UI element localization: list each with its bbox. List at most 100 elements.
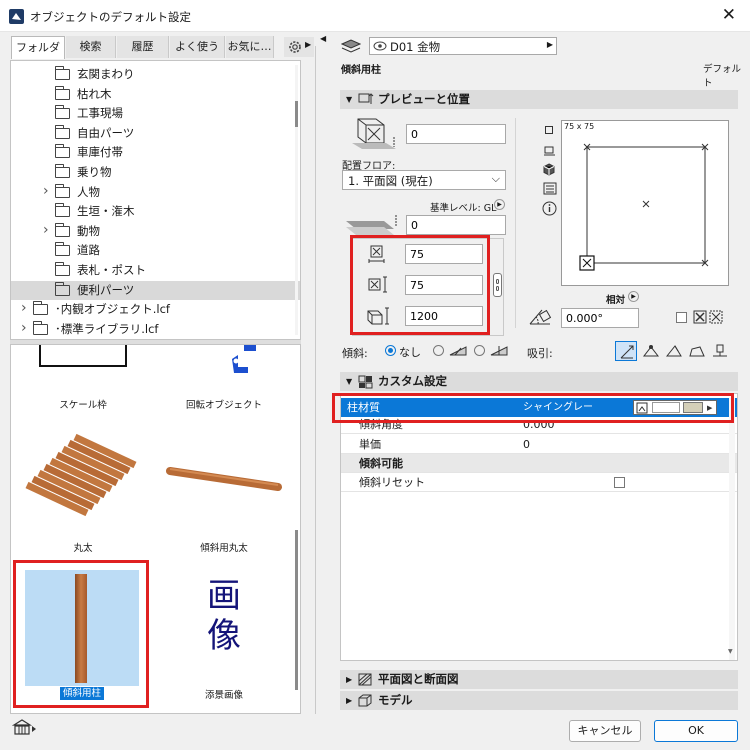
cancel-button[interactable]: キャンセル <box>569 720 641 742</box>
folder-icon <box>55 281 70 296</box>
folder-icon <box>55 66 70 80</box>
gallery-item-image[interactable]: 画 像 添景画像 <box>154 570 294 701</box>
logs-thumbnail <box>25 433 137 517</box>
close-button[interactable]: ✕ <box>722 4 736 26</box>
rotate-object-thumbnail <box>232 345 256 373</box>
preview-section-header[interactable]: ▼ プレビューと位置 <box>340 90 738 109</box>
tree-folder-item[interactable]: 玄関まわり <box>11 65 300 85</box>
tree-folder-item[interactable]: 工事現場 <box>11 104 300 124</box>
layer-select[interactable]: D01 金物 ▶ <box>369 37 557 55</box>
tree-folder-item[interactable]: 便利パーツ <box>11 280 300 301</box>
param-row-unit-price[interactable]: 単価 0 <box>341 435 737 454</box>
folder-icon <box>55 124 70 139</box>
gallery-item-tilted-log[interactable]: 傾斜用丸太 <box>154 431 294 561</box>
settings-menu-button[interactable]: ▶ <box>284 37 314 57</box>
custom-section-header[interactable]: ▼ カスタム設定 <box>340 372 738 391</box>
tree-folder-item[interactable]: 自由パーツ <box>11 124 300 144</box>
expand-chevron-icon[interactable]: › <box>43 182 49 201</box>
tree-item-label: 道路 <box>77 243 100 258</box>
chain-icon <box>496 279 499 284</box>
model-section-header[interactable]: ▶ モデル <box>340 691 738 710</box>
app-icon <box>9 9 24 24</box>
link-proportions-toggle[interactable] <box>493 273 502 297</box>
tab-folder[interactable]: フォルダ <box>11 36 65 59</box>
tilt-option-icon-2 <box>490 346 508 356</box>
library-manager-button[interactable] <box>11 718 40 740</box>
floor-select[interactable]: 1. 平面図 (現在) ⌵ <box>342 170 506 190</box>
snap-option-4-icon[interactable] <box>688 343 706 359</box>
tree-folder-item[interactable]: 車庫付帯 <box>11 143 300 163</box>
mirror-flip-icon[interactable] <box>709 310 723 324</box>
tab-frequent[interactable]: よく使う <box>170 36 225 58</box>
gallery-item-logs[interactable]: 丸太 <box>13 431 153 561</box>
custom-settings-icon <box>358 375 373 389</box>
dropdown-arrow-icon: ▶ <box>546 40 553 49</box>
param-row-tilt-reset[interactable]: 傾斜リセット <box>341 473 737 492</box>
chain-icon <box>496 286 499 291</box>
object-elevation-icon <box>352 118 396 149</box>
view-3d-icon[interactable] <box>543 163 556 176</box>
tree-item-label: 乗り物 <box>77 165 112 179</box>
tree-folder-item[interactable]: 表札・ポスト <box>11 261 300 281</box>
snap-option-3-icon[interactable] <box>665 343 683 359</box>
tilt-option-radio-1[interactable] <box>433 345 444 356</box>
snap-option-2-icon[interactable] <box>642 343 660 359</box>
gallery-scroll-thumb[interactable] <box>295 530 298 690</box>
tilt-option-radio-2[interactable] <box>474 345 485 356</box>
expand-chevron-icon[interactable]: › <box>21 299 27 318</box>
collapse-arrow-icon[interactable]: ◀ <box>320 34 326 43</box>
gallery-item-scale-frame[interactable]: スケール枠 <box>13 345 153 415</box>
tilt-none-radio[interactable] <box>385 345 396 356</box>
view-side-icon[interactable] <box>543 144 556 157</box>
tree-root-item[interactable]: › ･内観オブジェクト.lcf <box>11 300 300 320</box>
tree-folder-item[interactable]: › 人物 <box>11 183 300 203</box>
tilt-reset-checkbox[interactable] <box>614 477 625 488</box>
folder-tree[interactable]: 玄関まわり 枯れ木 工事現場 自由パーツ 車庫付帯乗り物 › 人物 生垣・潅木 › 動物 道路表札・… <box>10 60 301 340</box>
tab-search[interactable]: 検索 <box>66 36 116 58</box>
layer-name: D01 金物 <box>390 40 441 54</box>
tree-root-item[interactable]: › ･標準ライブラリ.lcf <box>11 319 300 339</box>
tree-folder-item[interactable]: 道路 <box>11 241 300 261</box>
tab-history[interactable]: 履歴 <box>117 36 169 58</box>
tree-scroll-thumb[interactable] <box>295 101 298 127</box>
base-offset-input[interactable] <box>406 215 506 235</box>
folder-icon <box>55 222 70 237</box>
floor-plan-section-header[interactable]: ▶ 平面図と断面図 <box>340 670 738 689</box>
mirror-icon[interactable] <box>693 310 707 324</box>
ok-button[interactable]: OK <box>654 720 738 742</box>
snap-option-1[interactable] <box>615 341 637 361</box>
relative-arrow-button[interactable]: ▶ <box>628 291 639 302</box>
tab-favorites[interactable]: お気に… <box>226 36 274 58</box>
expand-chevron-icon[interactable]: › <box>43 221 49 240</box>
tilt-none-label: なし <box>399 346 421 359</box>
tree-folder-item[interactable]: 枯れ木 <box>11 85 300 105</box>
tree-folder-item[interactable]: › 動物 <box>11 222 300 242</box>
elevation-input[interactable] <box>406 124 506 144</box>
rotation-angle-icon <box>529 309 552 325</box>
mirror-checkbox[interactable] <box>676 312 687 323</box>
snap-pen-icon <box>620 345 634 359</box>
tree-item-label: 便利パーツ <box>77 282 135 297</box>
info-icon[interactable] <box>542 201 557 216</box>
snap-option-5-icon[interactable] <box>711 343 729 359</box>
gallery-item-rotate-object[interactable]: 回転オブジェクト <box>154 345 294 415</box>
param-group-tiltable[interactable]: 傾斜可能 <box>341 454 737 473</box>
view-plan-icon[interactable] <box>545 126 553 134</box>
model-icon <box>358 694 372 707</box>
eye-icon <box>373 41 387 51</box>
base-level-arrow-button[interactable]: ▶ <box>494 199 505 210</box>
angle-input[interactable] <box>561 308 639 328</box>
preview-canvas[interactable]: 75 x 75 <box>561 120 729 286</box>
grid-scrollbar[interactable]: ▼ <box>728 398 735 660</box>
folder-icon <box>55 262 70 276</box>
tree-folder-item[interactable]: 乗り物 <box>11 163 300 183</box>
default-label: デフォルト <box>703 64 742 89</box>
section-title: 平面図と断面図 <box>378 672 459 686</box>
view-elevation-icon[interactable] <box>543 182 557 195</box>
folder-icon <box>55 144 70 159</box>
expand-chevron-icon[interactable]: › <box>21 319 27 338</box>
tree-folder-item[interactable]: 生垣・潅木 <box>11 202 300 222</box>
folder-icon <box>55 203 70 218</box>
scroll-down-icon[interactable]: ▼ <box>728 648 733 655</box>
preview-icon <box>358 93 374 104</box>
